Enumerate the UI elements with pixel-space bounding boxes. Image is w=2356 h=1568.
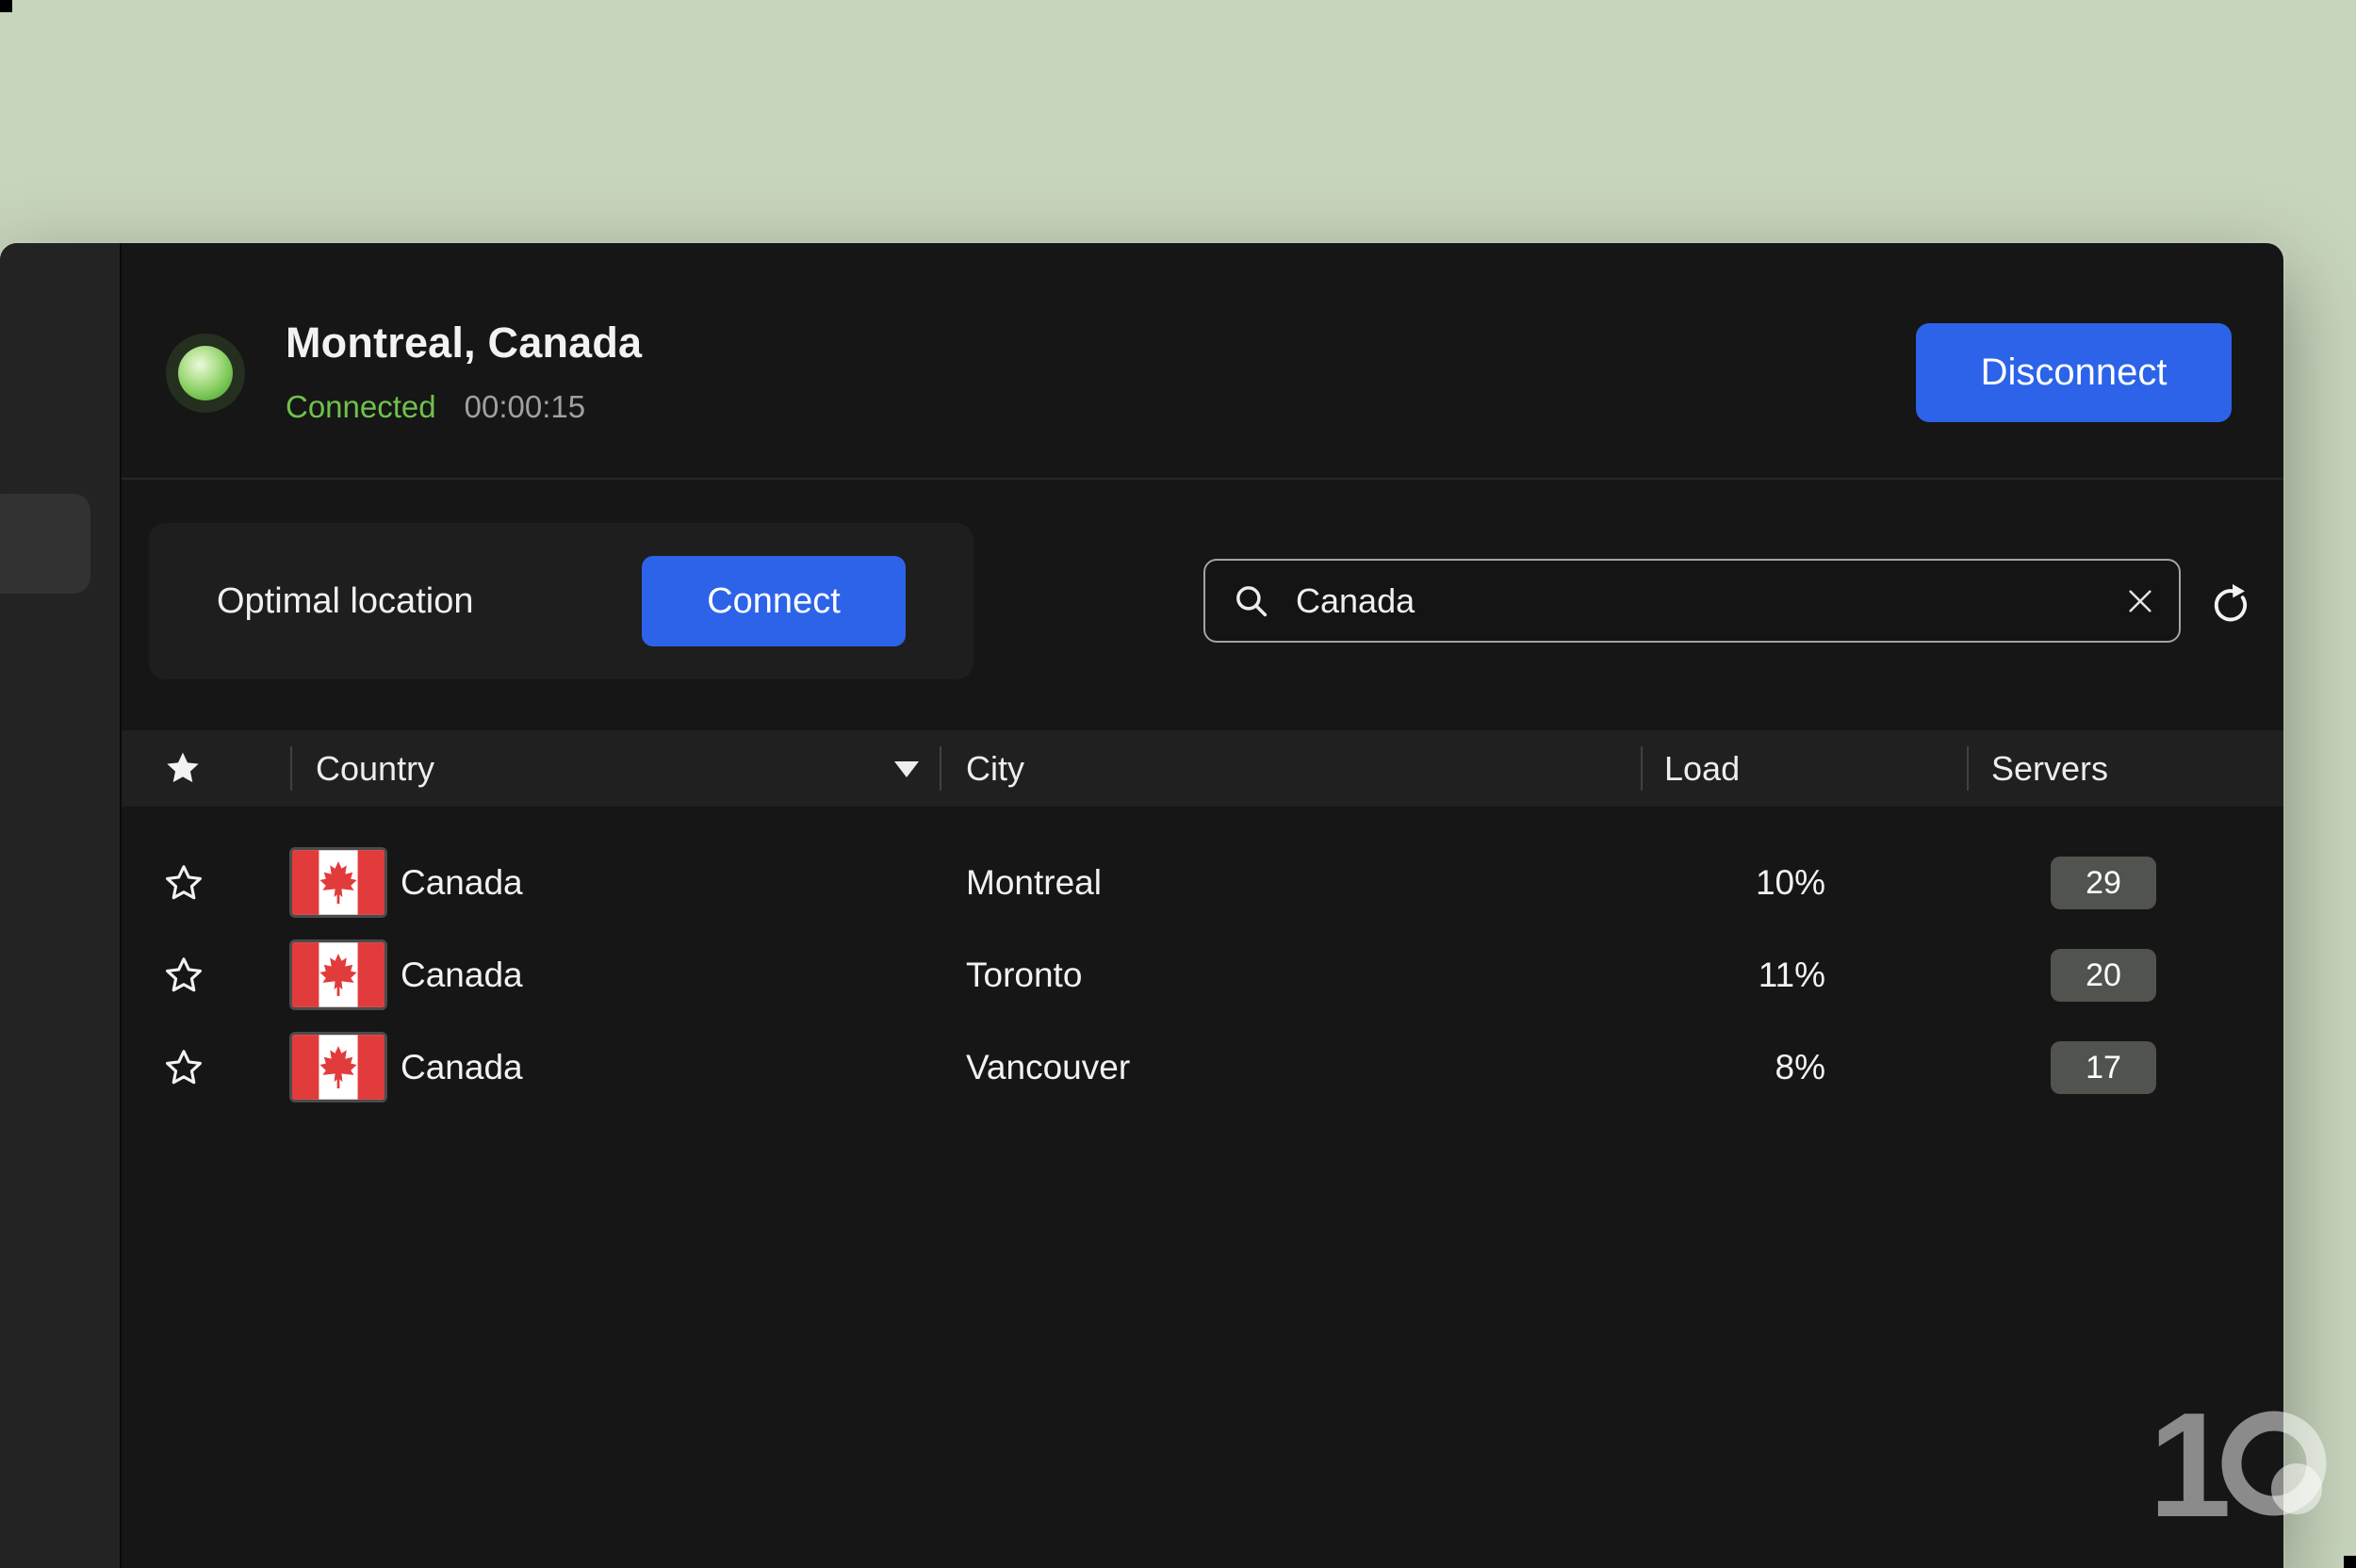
header-divider <box>122 478 2283 480</box>
refresh-icon <box>2206 579 2255 628</box>
clear-search-button[interactable] <box>2122 583 2158 619</box>
watermark-numeral: 1 <box>2149 1397 2232 1548</box>
screen-corner-artifact-top-left <box>0 0 12 12</box>
favorite-star-icon[interactable] <box>163 1047 205 1088</box>
column-divider <box>1641 746 1643 791</box>
column-header-country[interactable]: Country <box>316 730 434 807</box>
connection-status-line: Connected 00:00:15 <box>286 389 585 425</box>
search-icon <box>1232 581 1271 621</box>
connection-timer: 00:00:15 <box>464 389 586 424</box>
refresh-server-list-button[interactable] <box>2206 579 2255 628</box>
row-load: 8% <box>1775 1048 1825 1086</box>
row-country: Canada <box>401 956 523 994</box>
canada-flag-icon <box>292 850 384 915</box>
sidebar-item-selected[interactable] <box>0 494 90 594</box>
row-load: 10% <box>1755 863 1825 902</box>
watermark-dot <box>2271 1463 2322 1514</box>
sidebar <box>0 243 122 1568</box>
row-servers-badge: 20 <box>2051 949 2156 1002</box>
row-servers-badge: 17 <box>2051 1041 2156 1094</box>
optimal-location-label: Optimal location <box>217 580 474 621</box>
optimal-location-panel: Optimal location Connect <box>149 523 973 679</box>
row-city: Vancouver <box>966 1048 1131 1086</box>
column-divider <box>940 746 941 791</box>
search-field <box>1203 559 2181 643</box>
canada-flag-icon <box>292 1035 384 1100</box>
sort-descending-icon[interactable] <box>894 761 919 777</box>
row-servers-badge: 29 <box>2051 857 2156 909</box>
row-country: Canada <box>401 1048 523 1086</box>
favorites-column-star-icon[interactable] <box>164 749 202 792</box>
column-divider <box>1967 746 1969 791</box>
server-row-toronto[interactable]: Canada Toronto 11% 20 <box>122 929 2283 1021</box>
column-header-city[interactable]: City <box>966 730 1024 807</box>
canada-flag-icon <box>292 942 384 1007</box>
column-header-load[interactable]: Load <box>1664 730 1740 807</box>
row-country: Canada <box>401 863 523 902</box>
server-table-header: Country City Load Servers <box>122 730 2283 807</box>
server-row-montreal[interactable]: Canada Montreal 10% 29 <box>122 837 2283 929</box>
column-divider <box>290 746 292 791</box>
search-input[interactable] <box>1294 580 2113 622</box>
favorite-star-icon[interactable] <box>163 862 205 904</box>
disconnect-button[interactable]: Disconnect <box>1916 323 2232 422</box>
ten-logo-watermark: 1 <box>2147 1382 2345 1553</box>
vpn-app-window: Montreal, Canada Connected 00:00:15 Disc… <box>0 243 2283 1568</box>
server-row-vancouver[interactable]: Canada Vancouver 8% 17 <box>122 1021 2283 1114</box>
connect-button[interactable]: Connect <box>642 556 906 646</box>
row-load: 11% <box>1758 956 1825 994</box>
screen-corner-artifact-bottom-right <box>2344 1556 2356 1568</box>
favorite-star-icon[interactable] <box>163 955 205 996</box>
connected-location-title: Montreal, Canada <box>286 318 643 367</box>
connection-state-label: Connected <box>286 389 436 424</box>
row-city: Montreal <box>966 863 1102 902</box>
close-icon <box>2122 583 2158 619</box>
column-header-servers[interactable]: Servers <box>1991 730 2108 807</box>
row-city: Toronto <box>966 956 1083 994</box>
connection-status-dot <box>178 346 233 400</box>
